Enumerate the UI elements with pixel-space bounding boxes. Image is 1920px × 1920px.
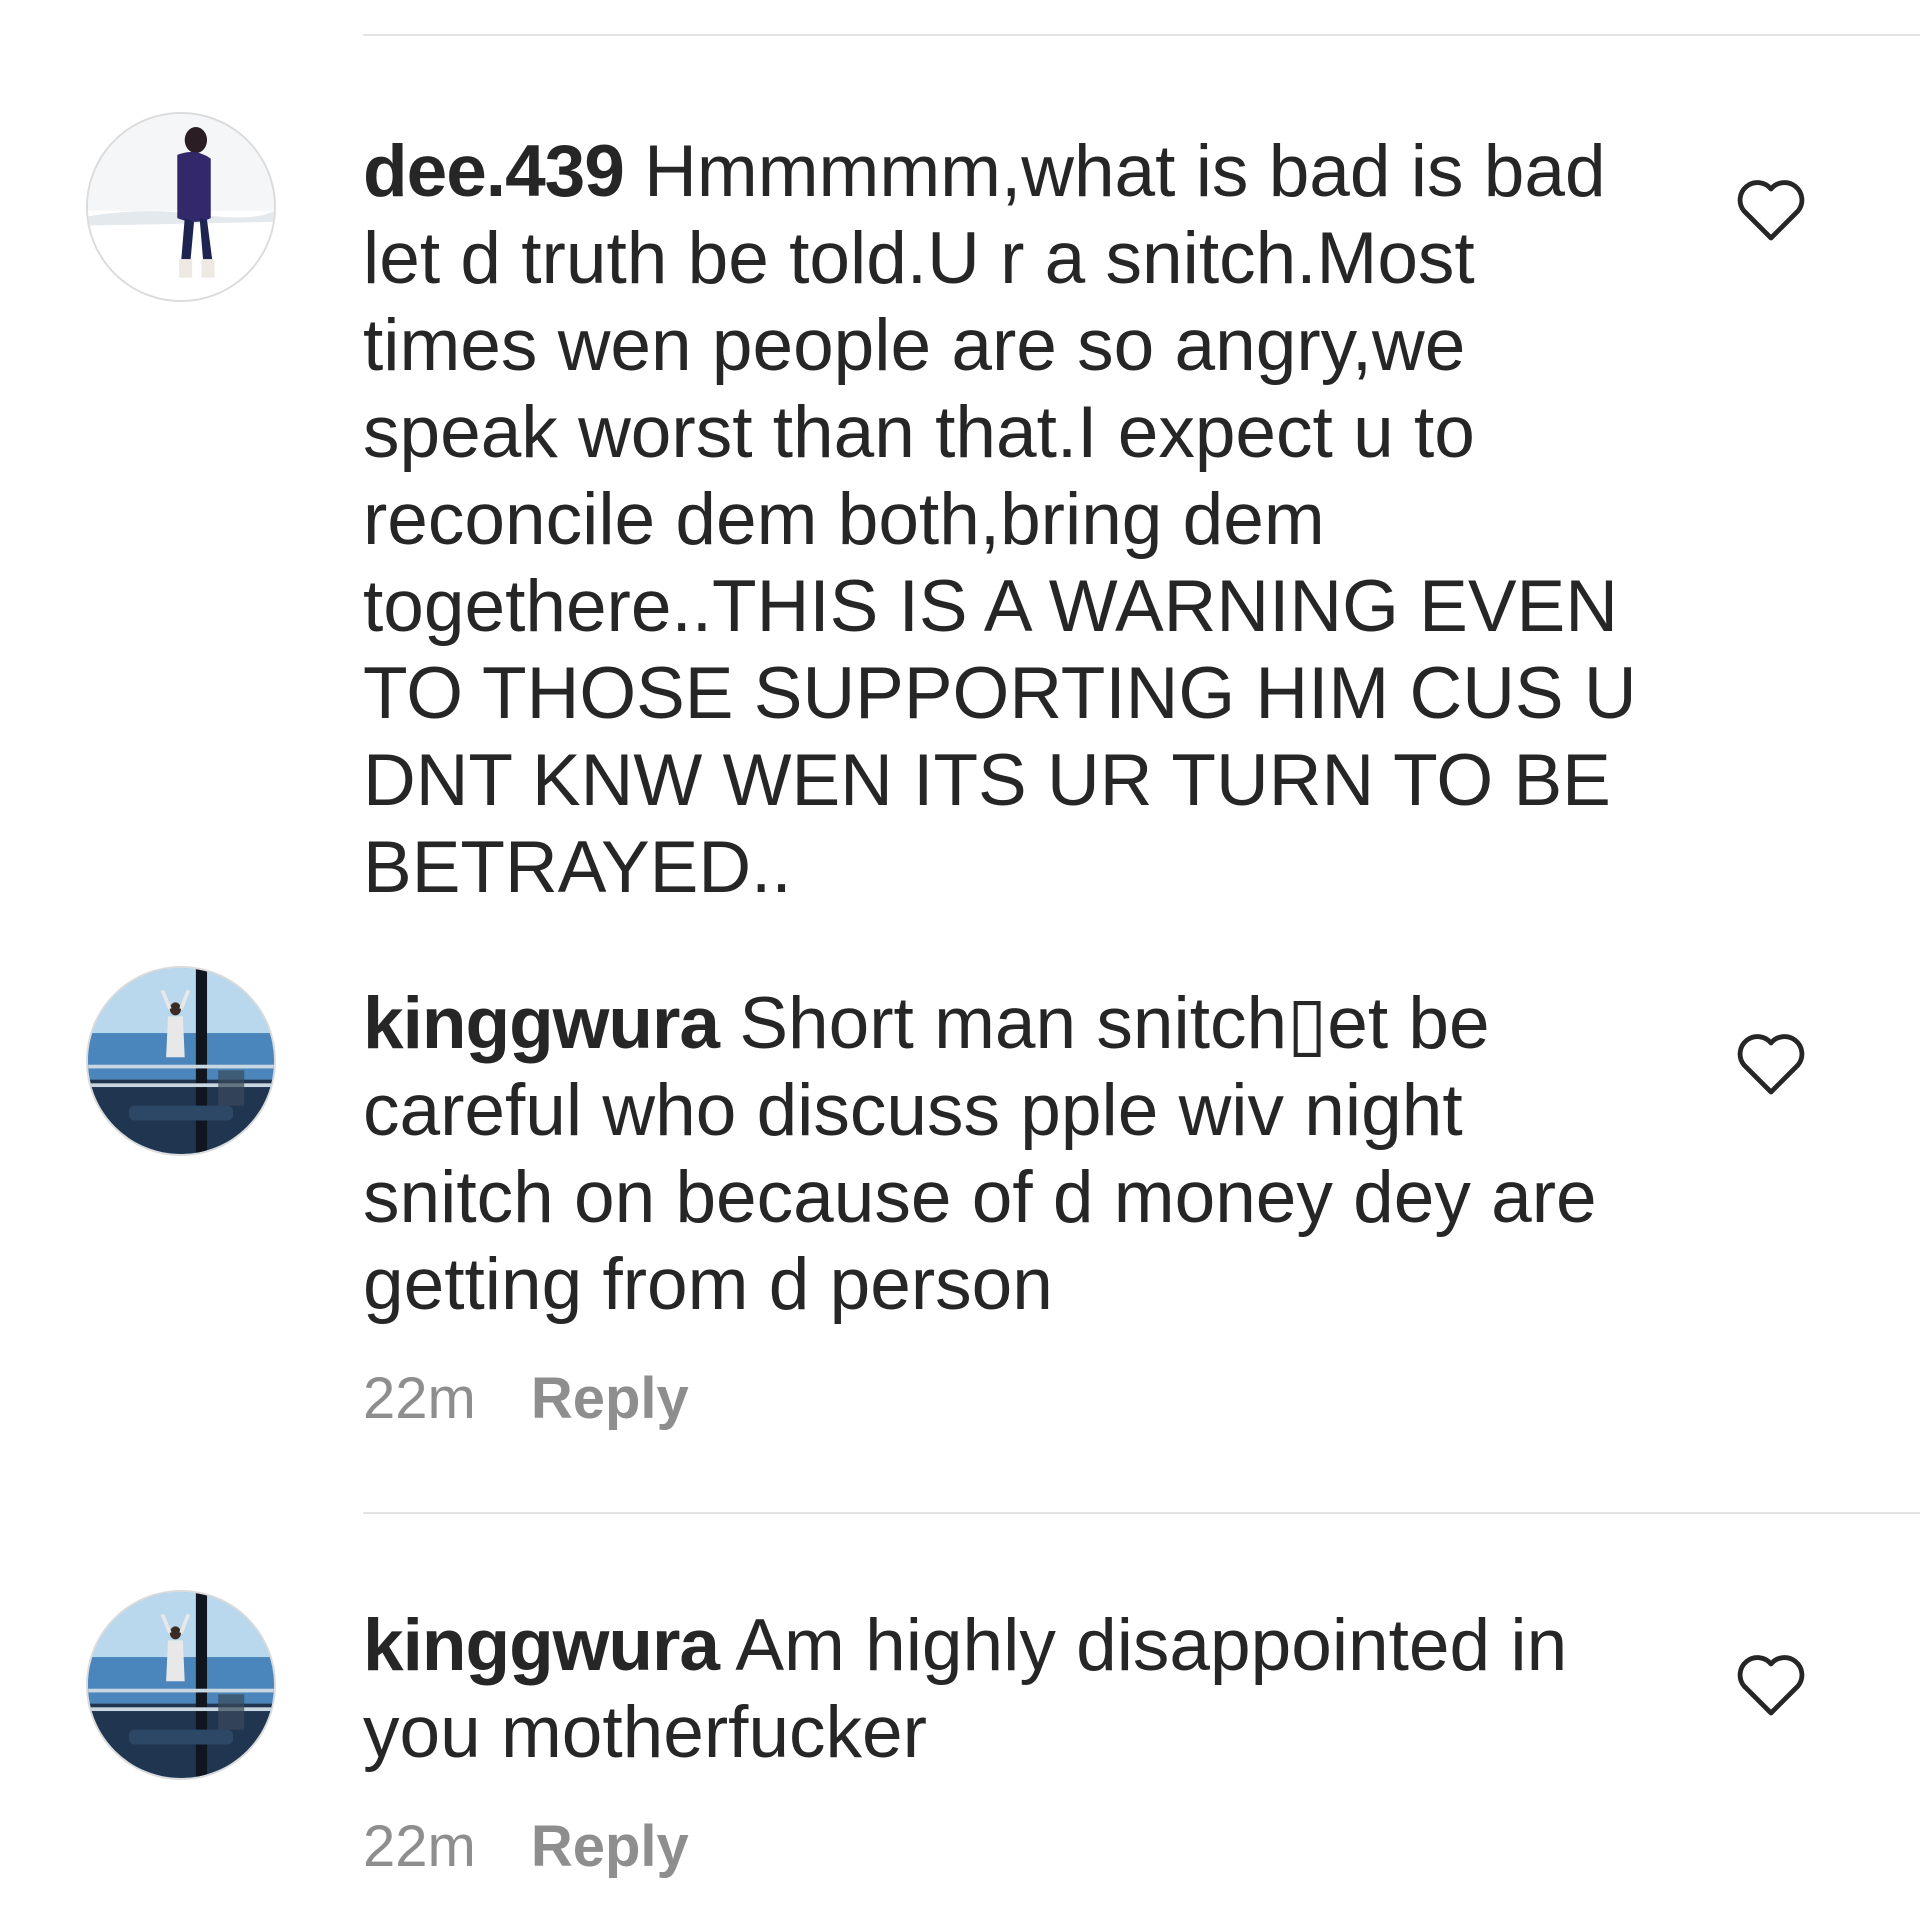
user-avatar[interactable] — [86, 966, 276, 1156]
comment-divider — [363, 1512, 1920, 1514]
reply-button[interactable]: Reply — [531, 1366, 689, 1431]
user-avatar[interactable] — [86, 1590, 276, 1780]
comment-username[interactable]: dee.439 — [363, 131, 625, 212]
profile-photo-balcony — [88, 1592, 274, 1778]
like-heart-icon[interactable] — [1735, 1032, 1807, 1096]
comment-text: dee.439 Hmmmmm,what is bad is bad let d … — [363, 128, 1663, 911]
comment-meta: 22m Reply — [363, 1814, 689, 1880]
comment-text: kinggwura Am highly disappointed in you … — [363, 1602, 1663, 1776]
comment-text: kinggwura Short man snitch▯et be careful… — [363, 980, 1663, 1328]
comment-username[interactable]: kinggwura — [363, 983, 720, 1064]
comment-time: 22m — [363, 1366, 476, 1431]
comment-username[interactable]: kinggwura — [363, 1605, 720, 1686]
comment-divider — [363, 34, 1920, 36]
heart-outline-icon — [1737, 1655, 1805, 1716]
like-heart-icon[interactable] — [1735, 1653, 1807, 1717]
comment-time: 22m — [363, 1814, 476, 1879]
profile-photo-balcony — [88, 968, 274, 1154]
comment-body: Hmmmmm,what is bad is bad let d truth be… — [363, 131, 1637, 908]
partial-meta-clipped — [363, 944, 379, 954]
like-heart-icon[interactable] — [1735, 178, 1807, 242]
reply-button[interactable]: Reply — [531, 1814, 689, 1879]
user-avatar[interactable] — [86, 112, 276, 302]
heart-outline-icon — [1737, 1034, 1805, 1095]
profile-photo-woman-snow — [88, 114, 274, 300]
heart-outline-icon — [1737, 180, 1805, 241]
comment-meta: 22m Reply — [363, 1366, 689, 1432]
